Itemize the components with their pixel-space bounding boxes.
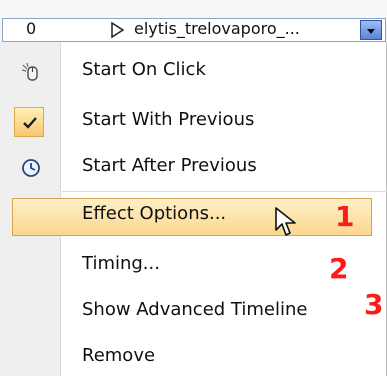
animation-pane-screen: 0 elytis_trelovaporo_... Start On Click (0, 0, 387, 376)
play-triangle-icon (111, 21, 125, 39)
menu-item-start-with-previous[interactable]: Start With Previous (0, 100, 387, 144)
menu-item-effect-options[interactable]: Effect Options... (0, 194, 387, 238)
menu-label-start-with-previous: Start With Previous (82, 109, 255, 130)
menu-item-remove[interactable]: Remove (0, 336, 387, 376)
annotation-badge-3: 3 (364, 288, 384, 321)
menu-label-remove: Remove (82, 345, 156, 366)
menu-label-timing: Timing... (82, 253, 160, 274)
checkmark-icon (23, 117, 37, 129)
menu-separator (62, 191, 387, 192)
annotation-badge-1: 1 (335, 200, 355, 233)
menu-label-start-on-click: Start On Click (82, 59, 206, 80)
animation-row-area: 0 elytis_trelovaporo_... (0, 0, 387, 43)
animation-name: elytis_trelovaporo_... (134, 19, 300, 38)
clock-icon (22, 159, 40, 177)
animation-order-number: 0 (26, 19, 37, 38)
menu-label-show-advanced-timeline: Show Advanced Timeline (82, 299, 308, 320)
menu-label-start-after-previous: Start After Previous (82, 155, 257, 176)
mouse-cursor-icon (275, 207, 296, 236)
menu-item-start-on-click[interactable]: Start On Click (0, 50, 387, 94)
context-menu: Start On Click Start With Previous Start… (0, 42, 387, 376)
mouse-click-icon (21, 62, 38, 81)
menu-item-start-after-previous[interactable]: Start After Previous (0, 146, 387, 190)
menu-label-effect-options: Effect Options... (82, 203, 227, 224)
chevron-down-icon (367, 29, 375, 34)
checked-state-box (14, 107, 44, 137)
animation-dropdown-button[interactable] (360, 20, 382, 40)
annotation-badge-2: 2 (329, 252, 349, 285)
menu-item-show-advanced-timeline[interactable]: Show Advanced Timeline (0, 290, 387, 334)
